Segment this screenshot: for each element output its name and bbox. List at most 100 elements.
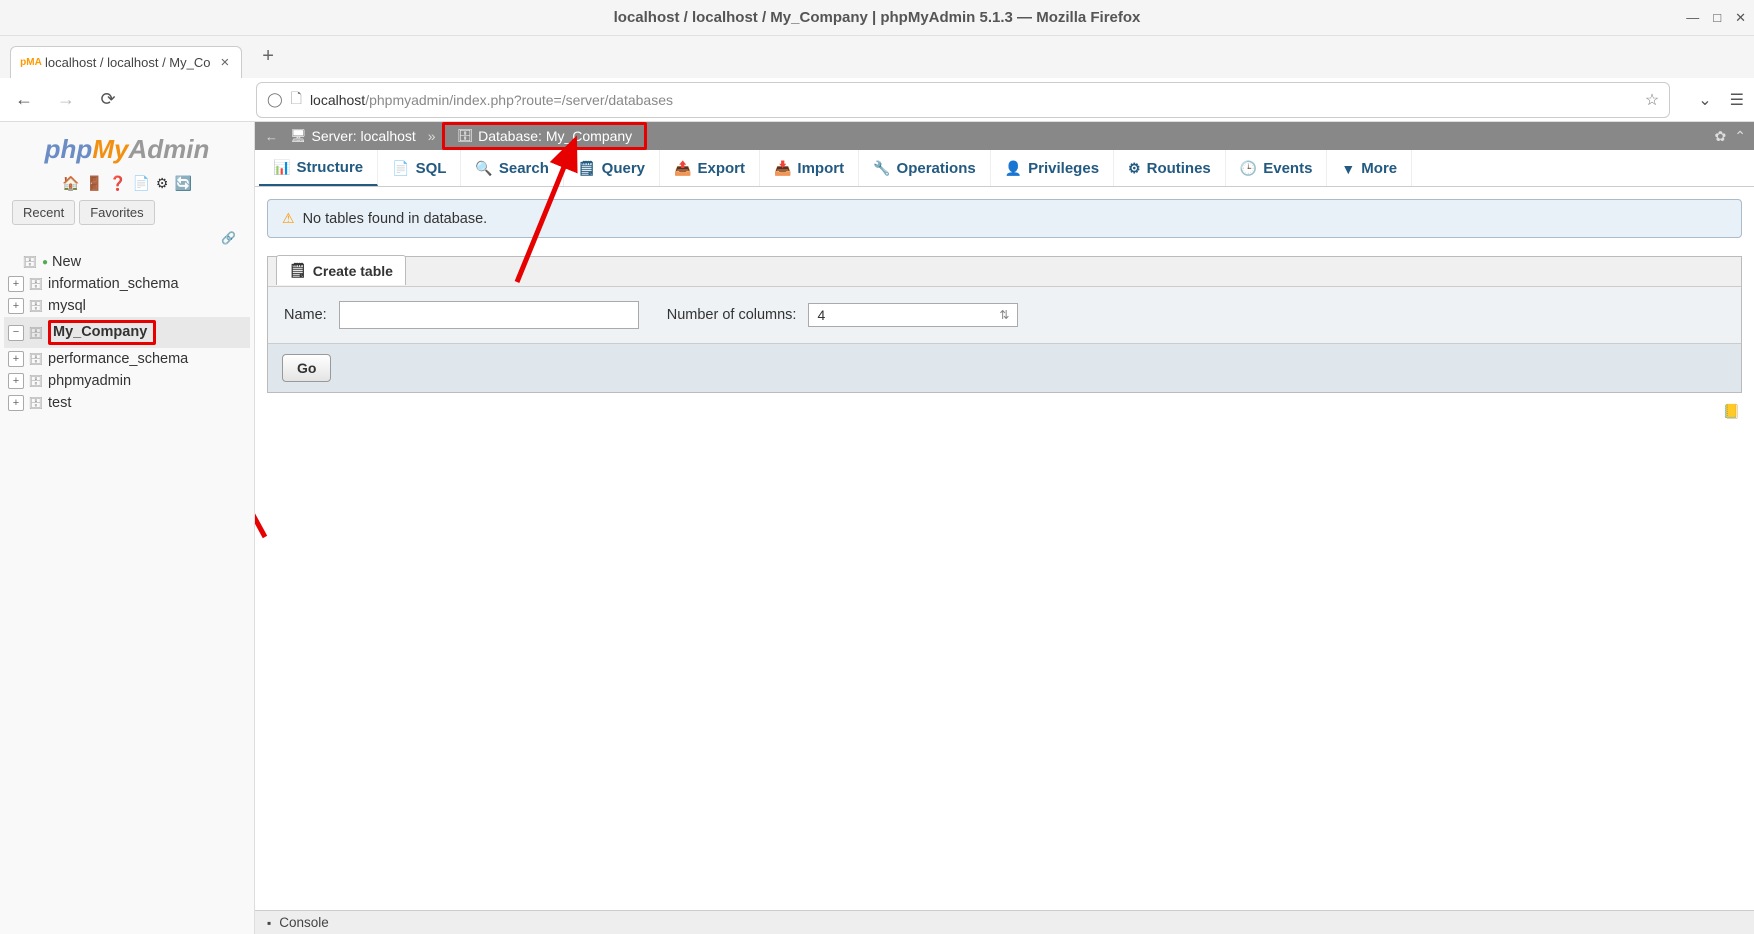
warning-icon: ⚠ — [282, 210, 295, 227]
collapse-icon[interactable]: − — [8, 325, 24, 341]
db-item-information-schema[interactable]: + 🗄 information_schema — [4, 273, 250, 295]
query-icon: 🗒 — [578, 160, 596, 177]
tab-routines[interactable]: ⚙Routines — [1114, 150, 1226, 186]
bookmark-marker-icon[interactable]: 📒 — [255, 403, 1754, 420]
pma-logo[interactable]: phpMyAdmin — [0, 128, 254, 171]
no-tables-message: ⚠ No tables found in database. — [267, 199, 1742, 238]
breadcrumb-server[interactable]: 🖥 Server: localhost — [284, 126, 422, 146]
db-item-mysql[interactable]: + 🗄 mysql — [4, 295, 250, 317]
export-icon: 📤 — [674, 160, 691, 177]
window-title: localhost / localhost / My_Company | php… — [614, 9, 1141, 26]
tab-import[interactable]: 📥Import — [760, 150, 859, 186]
db-icon: 🗄 — [28, 277, 44, 291]
db-icon: 🗄 — [28, 299, 44, 313]
bookmark-star-icon[interactable]: ☆ — [1645, 90, 1659, 110]
sql-icon[interactable]: 📄 — [132, 175, 149, 192]
structure-icon: 📊 — [273, 159, 290, 176]
privileges-icon: 👤 — [1005, 160, 1022, 177]
breadcrumb-tools: ✿ ⌃ — [1715, 128, 1746, 145]
sidebar-subtabs: Recent Favorites — [0, 200, 254, 231]
create-table-panel: 🗒 Create table Name: Number of columns: … — [267, 256, 1742, 393]
database-icon: 🗄 — [457, 128, 474, 144]
tab-structure[interactable]: 📊Structure — [259, 150, 378, 186]
tab-export[interactable]: 📤Export — [660, 150, 760, 186]
browser-tab-bar: pMA localhost / localhost / My_Co × + — [0, 36, 1754, 78]
db-item-test[interactable]: + 🗄 test — [4, 392, 250, 414]
pocket-icon[interactable]: ⌄ — [1698, 90, 1711, 110]
tab-events[interactable]: 🕒Events — [1226, 150, 1328, 186]
expand-icon[interactable]: + — [8, 276, 24, 292]
server-icon: 🖥 — [290, 128, 307, 144]
collapse-up-icon[interactable]: ⌃ — [1734, 128, 1746, 145]
breadcrumb-bar: ← 🖥 Server: localhost » 🗄 Database: My_C… — [255, 122, 1754, 150]
browser-tab[interactable]: pMA localhost / localhost / My_Co × — [10, 46, 242, 78]
tab-privileges[interactable]: 👤Privileges — [991, 150, 1114, 186]
spinner-ctrl-icon[interactable]: ⇅ — [999, 308, 1009, 322]
database-tree: 🗄● New + 🗄 information_schema + 🗄 mysql … — [0, 251, 254, 414]
url-bar: ← → ⟳ ◯ 🗋 localhost/phpmyadmin/index.php… — [0, 78, 1754, 122]
db-icon: 🗄 — [28, 374, 44, 388]
db-item-my-company[interactable]: − 🗄 My_Company — [4, 317, 250, 348]
import-icon: 📥 — [774, 160, 791, 177]
logout-icon[interactable]: 🚪 — [86, 175, 103, 192]
url-text: localhost/phpmyadmin/index.php?route=/se… — [310, 92, 1637, 108]
events-icon: 🕒 — [1240, 160, 1257, 177]
db-item-phpmyadmin[interactable]: + 🗄 phpmyadmin — [4, 370, 250, 392]
table-name-input[interactable] — [339, 301, 639, 329]
content: ← 🖥 Server: localhost » 🗄 Database: My_C… — [255, 122, 1754, 934]
new-db-item[interactable]: 🗄● New — [4, 251, 250, 273]
tab-operations[interactable]: 🔧Operations — [859, 150, 991, 186]
expand-icon[interactable]: + — [8, 373, 24, 389]
plus-icon: ● — [42, 257, 48, 268]
new-tab-button[interactable]: + — [252, 41, 284, 72]
window-close-icon[interactable]: ✕ — [1735, 10, 1746, 26]
expand-icon[interactable]: + — [8, 298, 24, 314]
link-icon[interactable]: 🔗 — [0, 231, 254, 251]
db-icon: 🗄 — [22, 255, 38, 269]
tab-close-icon[interactable]: × — [220, 54, 229, 71]
routines-icon: ⚙ — [1128, 160, 1141, 177]
breadcrumb-collapse-icon[interactable]: ← — [265, 129, 278, 144]
create-table-footer: Go — [268, 343, 1741, 392]
window-minimize-icon[interactable]: — — [1686, 10, 1699, 26]
sidebar-quick-icons: 🏠 🚪 ❓ 📄 ⚙ 🔄 — [0, 171, 254, 200]
db-item-performance-schema[interactable]: + 🗄 performance_schema — [4, 348, 250, 370]
nav-forward-button[interactable]: → — [52, 86, 80, 114]
shield-icon: ◯ — [267, 91, 283, 108]
tab-more[interactable]: ▼More — [1327, 150, 1412, 186]
favicon-icon: pMA — [23, 55, 39, 71]
search-icon: 🔍 — [475, 160, 492, 177]
breadcrumb-database[interactable]: 🗄 Database: My_Company — [451, 126, 639, 146]
gear-icon[interactable]: ✿ — [1715, 128, 1727, 145]
tab-search[interactable]: 🔍Search — [461, 150, 563, 186]
console-bar[interactable]: ▪ Console — [255, 910, 1754, 934]
docs-icon[interactable]: ❓ — [109, 175, 126, 192]
reload-tree-icon[interactable]: 🔄 — [174, 175, 191, 192]
window-maximize-icon[interactable]: □ — [1713, 10, 1721, 26]
menu-icon[interactable]: ☰ — [1730, 90, 1744, 110]
tab-sql[interactable]: 📄SQL — [378, 150, 461, 186]
operations-icon: 🔧 — [873, 160, 890, 177]
console-icon: ▪ — [267, 916, 271, 930]
tab-menu: 📊Structure 📄SQL 🔍Search 🗒Query 📤Export 📥… — [255, 150, 1754, 187]
expand-icon[interactable]: + — [8, 351, 24, 367]
expand-icon[interactable]: + — [8, 395, 24, 411]
favorites-tab[interactable]: Favorites — [79, 200, 154, 225]
columns-spinner[interactable]: 4 ⇅ — [808, 303, 1018, 327]
go-button[interactable]: Go — [282, 354, 331, 382]
recent-tab[interactable]: Recent — [12, 200, 75, 225]
name-label: Name: — [284, 307, 327, 323]
nav-back-button[interactable]: ← — [10, 86, 38, 114]
settings-icon[interactable]: ⚙ — [156, 175, 169, 192]
browser-tab-title: localhost / localhost / My_Co — [45, 55, 210, 70]
create-table-body: Name: Number of columns: 4 ⇅ — [268, 286, 1741, 343]
nav-reload-button[interactable]: ⟳ — [94, 86, 122, 114]
main: phpMyAdmin 🏠 🚪 ❓ 📄 ⚙ 🔄 Recent Favorites … — [0, 122, 1754, 934]
db-icon: 🗄 — [28, 352, 44, 366]
url-field[interactable]: ◯ 🗋 localhost/phpmyadmin/index.php?route… — [256, 82, 1670, 118]
tab-query[interactable]: 🗒Query — [564, 150, 660, 186]
db-icon: 🗄 — [28, 396, 44, 410]
cols-label: Number of columns: — [667, 307, 797, 323]
table-icon: 🗒 — [289, 262, 307, 279]
home-icon[interactable]: 🏠 — [62, 175, 79, 192]
